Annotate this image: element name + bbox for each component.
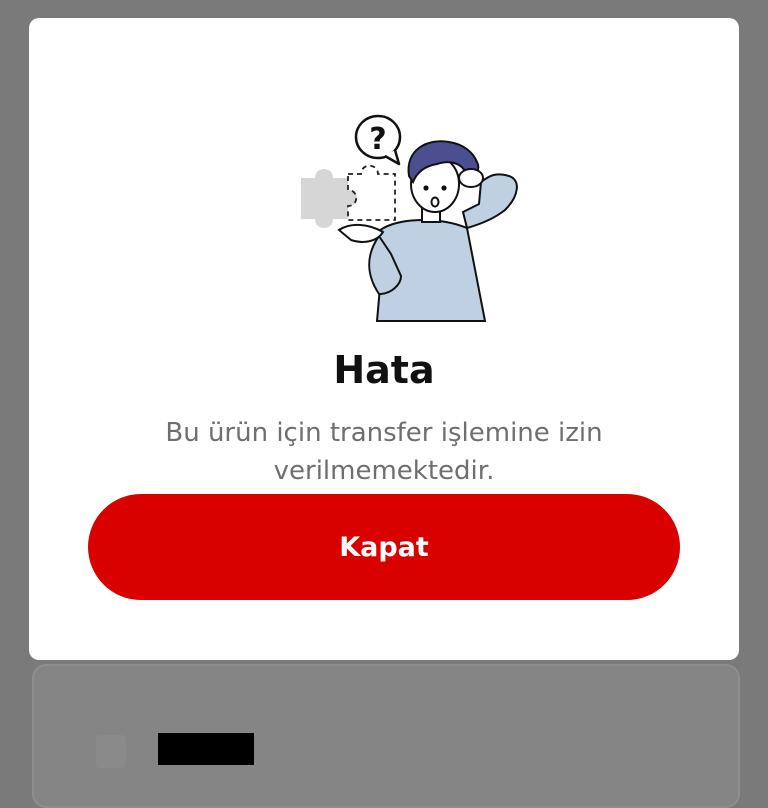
background-card — [32, 664, 740, 808]
redacted-text — [158, 733, 254, 765]
svg-text:?: ? — [369, 122, 386, 157]
dialog-title: Hata — [333, 348, 435, 392]
dialog-message: Bu ürün için transfer işlemine izin veri… — [165, 418, 603, 486]
confused-person-puzzle-icon: ? — [301, 114, 518, 322]
close-button[interactable]: Kapat — [88, 494, 680, 600]
background-header-text — [120, 0, 540, 4]
background-thumbnail — [96, 735, 126, 768]
error-dialog: ? Hata Bu ürün için transfer işlemine iz… — [29, 18, 739, 660]
